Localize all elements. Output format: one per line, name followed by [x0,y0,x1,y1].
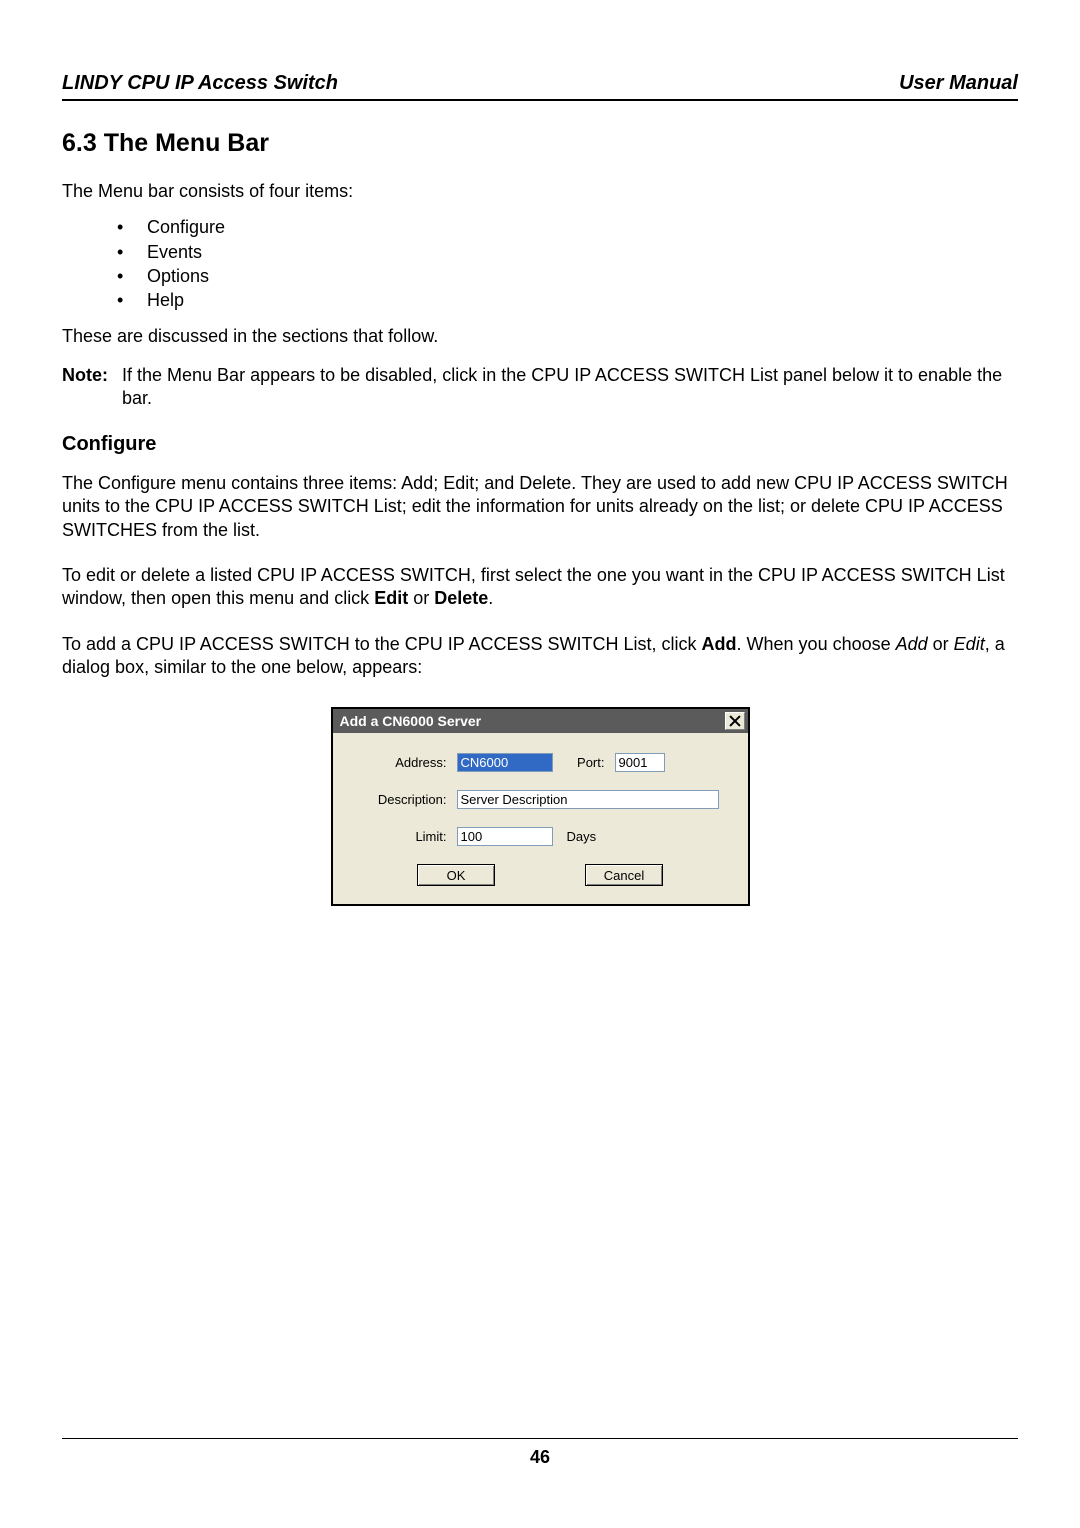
address-label: Address: [347,755,457,770]
section-title: 6.3 The Menu Bar [62,129,1018,158]
cancel-button[interactable]: Cancel [585,864,663,886]
note-text: If the Menu Bar appears to be disabled, … [122,364,1018,411]
add-server-dialog: Add a CN6000 Server Address: Port: Descr… [331,707,750,906]
page-footer: 46 [62,1438,1018,1468]
subsection-title: Configure [62,433,1018,456]
configure-p1: The Configure menu contains three items:… [62,472,1018,542]
note-label: Note: [62,364,122,411]
description-input[interactable] [457,790,719,809]
menu-list: Configure Events Options Help [62,215,1018,312]
list-item: Configure [127,215,1018,239]
page-header: LINDY CPU IP Access Switch User Manual [62,72,1018,101]
list-item: Events [127,240,1018,264]
header-right: User Manual [899,72,1018,95]
description-label: Description: [347,792,457,807]
limit-input[interactable] [457,827,553,846]
dialog-title: Add a CN6000 Server [340,713,482,729]
port-label: Port: [567,755,615,770]
address-input[interactable] [457,753,553,772]
intro-text: The Menu bar consists of four items: [62,180,1018,203]
dialog-titlebar: Add a CN6000 Server [333,709,748,733]
ok-button[interactable]: OK [417,864,495,886]
list-item: Options [127,264,1018,288]
note-block: Note: If the Menu Bar appears to be disa… [62,364,1018,411]
header-left: LINDY CPU IP Access Switch [62,72,338,95]
after-bullets: These are discussed in the sections that… [62,325,1018,348]
page-number: 46 [530,1447,550,1467]
port-input[interactable] [615,753,665,772]
configure-p3: To add a CPU IP ACCESS SWITCH to the CPU… [62,633,1018,680]
days-label: Days [553,829,597,844]
list-item: Help [127,288,1018,312]
close-button[interactable] [725,712,745,730]
configure-p2: To edit or delete a listed CPU IP ACCESS… [62,564,1018,611]
limit-label: Limit: [347,829,457,844]
close-icon [729,715,741,727]
